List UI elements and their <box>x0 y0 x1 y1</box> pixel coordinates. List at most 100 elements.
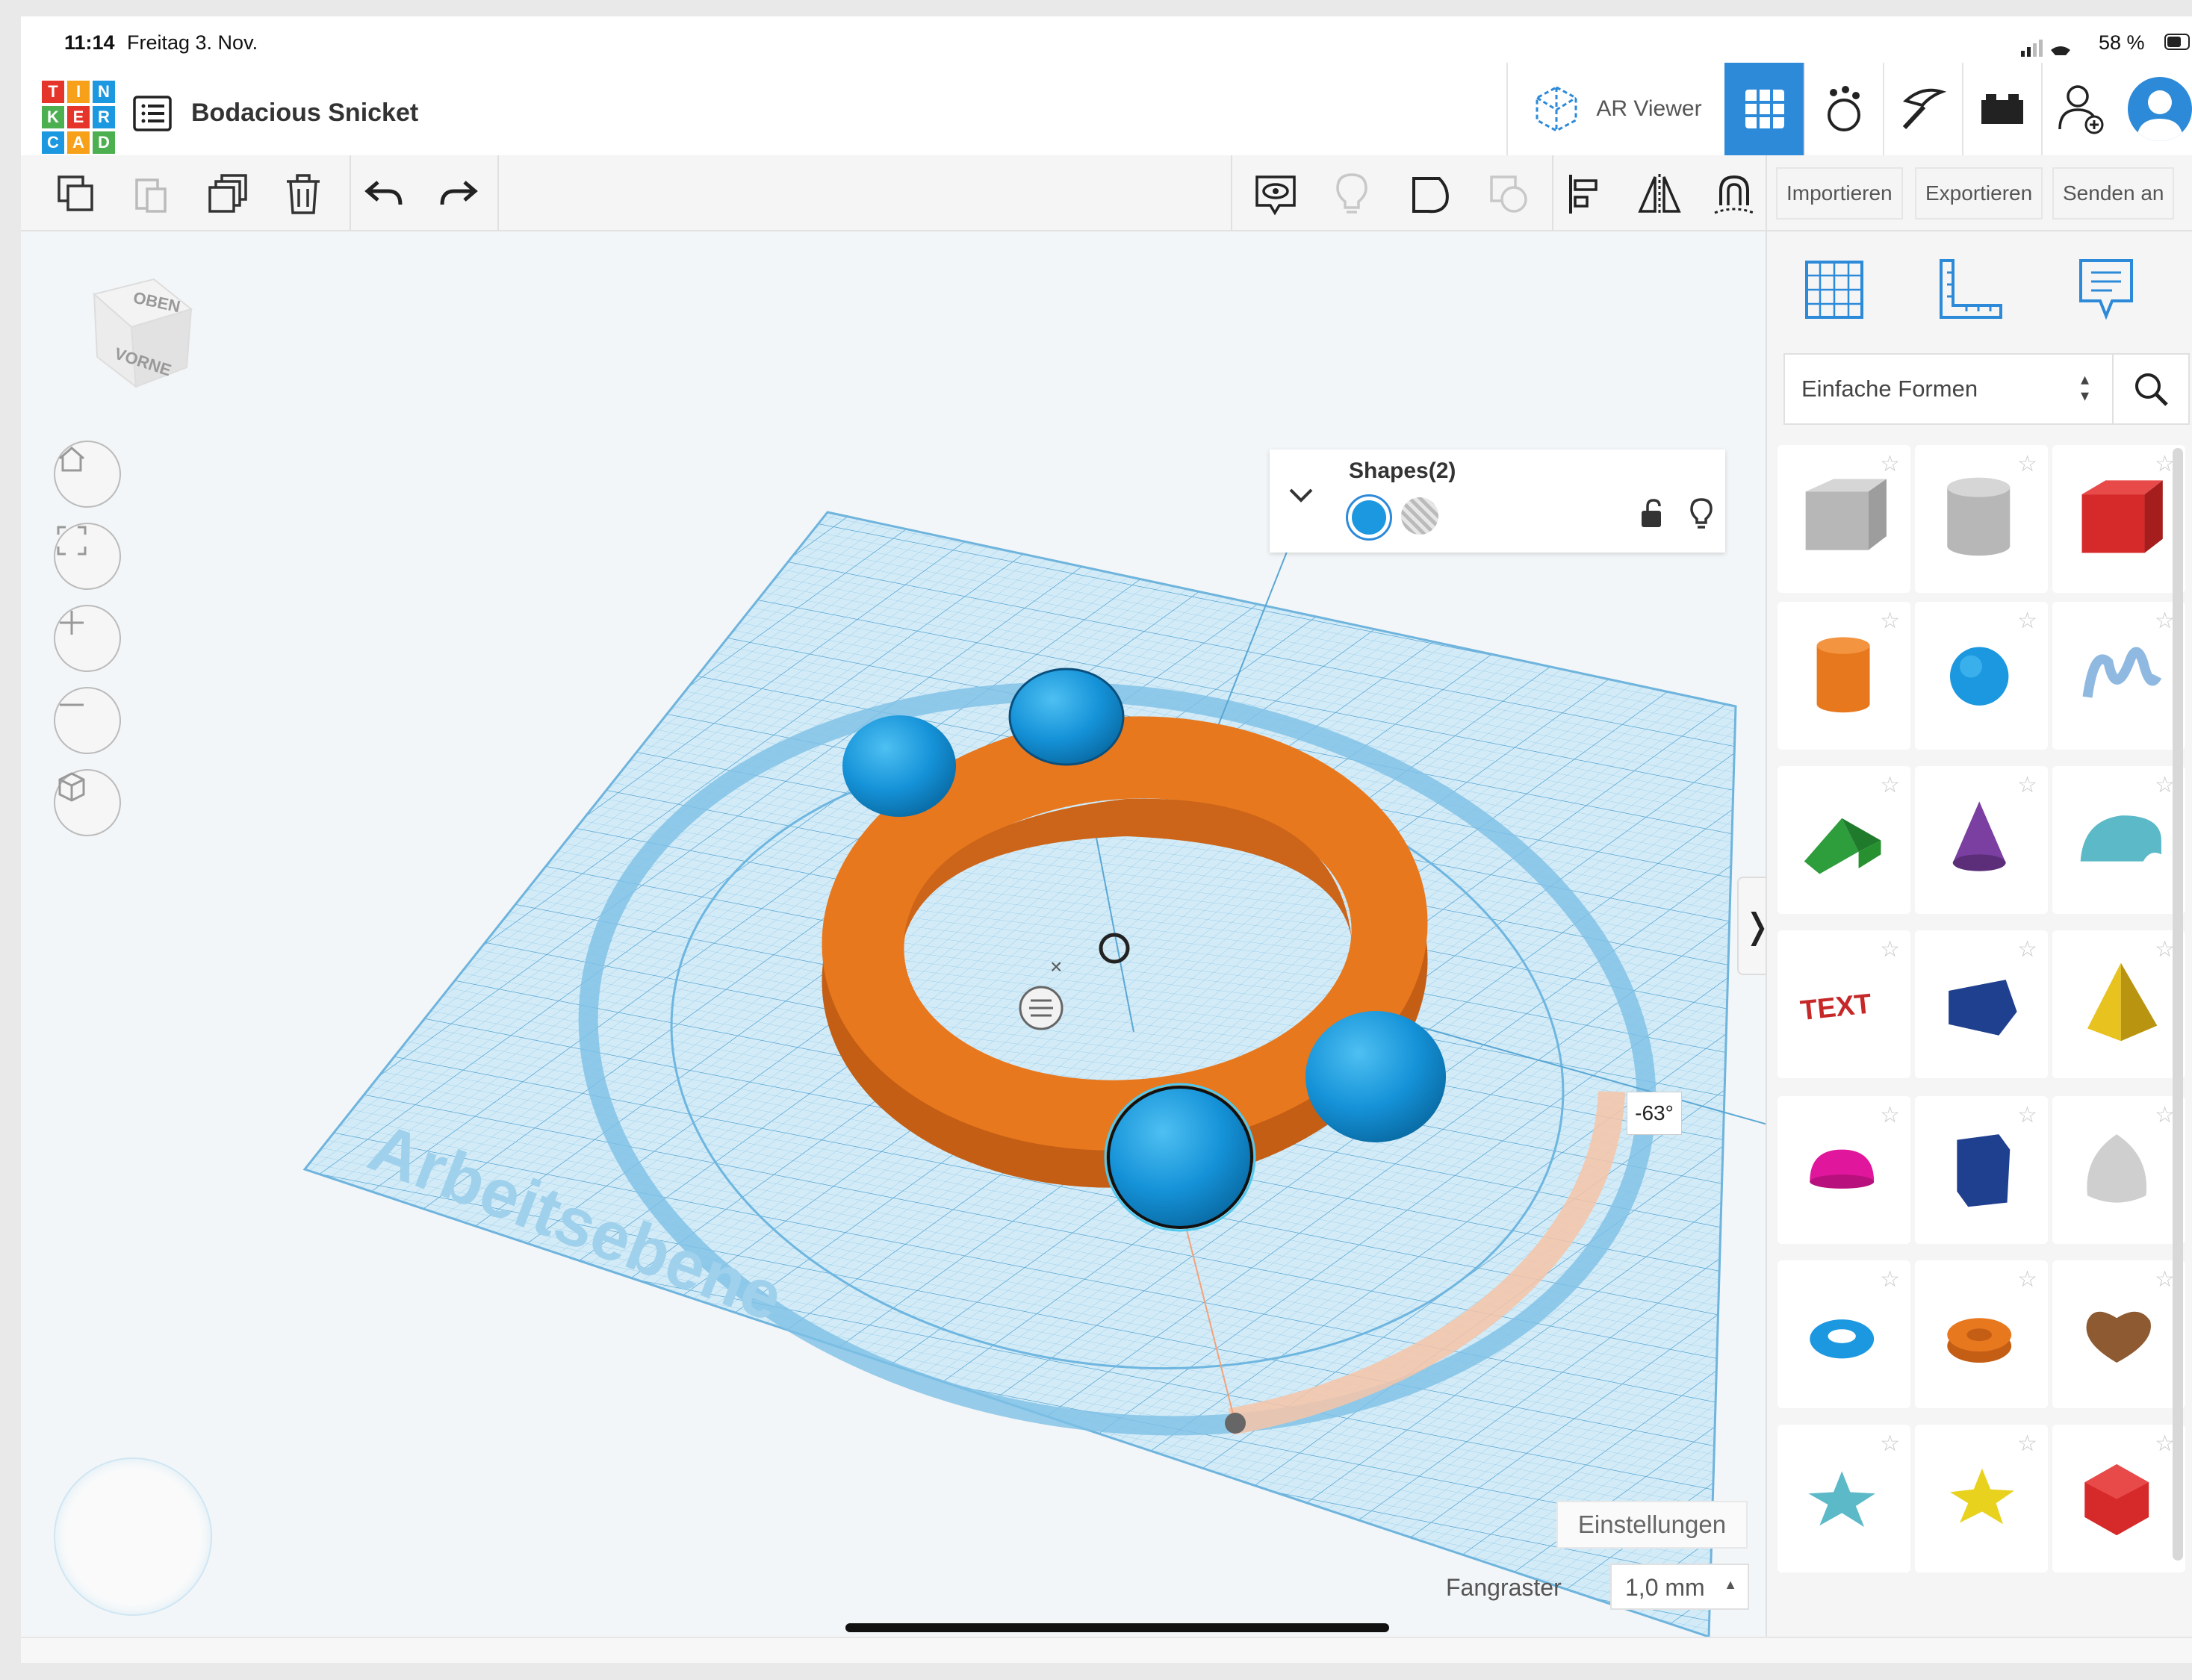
paste-icon <box>135 178 167 213</box>
notes-button[interactable] <box>1253 172 1298 217</box>
hand-bubbles-icon <box>1828 86 1860 131</box>
shape-tile[interactable]: ☆ <box>2052 1096 2185 1244</box>
star-gold-icon <box>1950 1468 2014 1525</box>
ungroup-icon <box>1490 175 1527 213</box>
rotation-handle[interactable] <box>1225 1413 1246 1434</box>
box-icon <box>2081 480 2163 553</box>
zoom-out-button[interactable] <box>54 687 121 754</box>
shape-tile[interactable]: ☆ <box>1777 445 1910 593</box>
shape-tile[interactable]: ☆ <box>1915 1260 2048 1408</box>
home-indicator[interactable] <box>845 1623 1389 1632</box>
3d-workspace[interactable]: Arbeitsebene × OBEN VORNE Shapes(2) -63°… <box>21 231 1766 1663</box>
send-to-button[interactable]: Senden an <box>2052 167 2175 220</box>
hole-swatch[interactable] <box>1401 497 1438 535</box>
paste-button[interactable] <box>130 172 175 217</box>
avatar <box>2128 77 2192 141</box>
heart-icon <box>2086 1311 2151 1363</box>
shape-tile[interactable]: ☆ <box>1915 1425 2048 1572</box>
ungroup-button[interactable] <box>1486 172 1531 217</box>
shape-tile[interactable]: ☆ <box>1915 445 2048 593</box>
view-cube[interactable]: OBEN VORNE <box>72 264 206 399</box>
shape-inspector-panel: Shapes(2) <box>1270 449 1725 553</box>
shape-tile[interactable]: ☆ <box>2052 1425 2185 1572</box>
perspective-button[interactable] <box>54 769 121 836</box>
grid-icon <box>1745 90 1784 128</box>
shape-tile[interactable]: ☆ <box>2052 1260 2185 1408</box>
sphere-shape[interactable] <box>1305 1011 1446 1142</box>
shape-library-select[interactable]: Einfache Formen ▴ ▾ <box>1783 353 2114 425</box>
shape-tile[interactable]: ☆ <box>1915 602 2048 750</box>
copy-icon <box>58 175 93 211</box>
undo-button[interactable] <box>361 172 406 217</box>
tube-icon <box>1947 1318 2012 1363</box>
invite-user-button[interactable] <box>2041 63 2120 155</box>
shape-tile[interactable]: ☆ <box>1915 930 2048 1078</box>
copy-button[interactable] <box>54 172 99 217</box>
delete-button[interactable] <box>281 172 326 217</box>
sphere-shape[interactable] <box>1008 668 1125 766</box>
shape-tile[interactable]: ☆ <box>1777 766 1910 914</box>
align-button[interactable] <box>1562 172 1607 217</box>
sphere-shape[interactable] <box>842 715 956 817</box>
minecraft-button[interactable] <box>1883 63 1962 155</box>
eye-bubble-icon <box>1255 175 1296 216</box>
joystick-control[interactable] <box>54 1457 212 1616</box>
home-icon <box>59 447 84 472</box>
shape-tile[interactable]: ☆ <box>1915 1096 2048 1244</box>
shape-tile[interactable]: ☆ <box>1777 1096 1910 1244</box>
notes-tab[interactable] <box>2069 252 2143 327</box>
tinkercad-logo[interactable]: T I N K E R C A D <box>42 81 115 154</box>
fit-view-button[interactable] <box>54 523 121 590</box>
export-button[interactable]: Exportieren <box>1915 167 2043 220</box>
shape-tile[interactable]: ☆ <box>1777 1425 1910 1572</box>
import-button[interactable]: Importieren <box>1776 167 1903 220</box>
redo-button[interactable] <box>436 172 481 217</box>
collapse-panel-button[interactable]: ❭ <box>1737 877 1766 975</box>
status-time: 11:14 <box>64 31 115 54</box>
group-button[interactable] <box>1409 172 1453 217</box>
shape-tile[interactable]: ☆ <box>1915 766 2048 914</box>
shape-tile[interactable]: ☆ <box>2052 930 2185 1078</box>
list-menu-icon[interactable] <box>133 96 172 135</box>
status-date: Freitag 3. Nov. <box>127 31 258 54</box>
shape-tile[interactable]: ☆ <box>1777 1260 1910 1408</box>
cylinder-icon <box>1816 637 1870 713</box>
logo-letter: K <box>42 106 64 128</box>
home-view-button[interactable] <box>54 441 121 508</box>
shape-tile[interactable]: ☆ <box>2052 602 2185 750</box>
duplicate-button[interactable] <box>206 172 251 217</box>
sphere-icon <box>1950 647 2009 706</box>
hint-button[interactable] <box>1329 172 1374 217</box>
shape-tile[interactable]: ☆ <box>2052 445 2185 593</box>
shape-tile[interactable]: ☆ TEXT <box>1777 930 1910 1078</box>
mirror-button[interactable] <box>1637 172 1682 217</box>
snap-grid-select[interactable]: 1,0 mm ▲ <box>1610 1564 1749 1610</box>
sphere-shape-selected[interactable] <box>1107 1086 1253 1229</box>
snap-grid-value: 1,0 mm <box>1625 1574 1705 1601</box>
ar-viewer-button[interactable]: AR Viewer <box>1506 63 1724 155</box>
solid-color-swatch[interactable] <box>1346 494 1392 541</box>
library-scrollbar[interactable] <box>2173 448 2183 1561</box>
user-avatar-button[interactable] <box>2120 63 2192 155</box>
shape-search-button[interactable] <box>2112 353 2190 425</box>
bottom-bar <box>21 1637 2192 1663</box>
workplane-tab[interactable] <box>1797 252 1872 327</box>
fit-icon <box>57 526 87 556</box>
codeblocks-button[interactable] <box>1804 63 1883 155</box>
cube-icon <box>58 772 85 802</box>
status-bar: 11:14 Freitag 3. Nov. 58 % <box>21 16 2192 63</box>
project-title[interactable]: Bodacious Snicket <box>191 99 418 128</box>
scene-canvas[interactable]: Arbeitsebene × <box>21 231 1766 1663</box>
bricks-button[interactable] <box>1962 63 2041 155</box>
zoom-in-button[interactable] <box>54 605 121 672</box>
logo-letter: I <box>67 81 90 103</box>
cruise-button[interactable] <box>1712 172 1757 217</box>
settings-button[interactable]: Einstellungen <box>1556 1501 1748 1549</box>
shape-tile[interactable]: ☆ <box>2052 766 2185 914</box>
3d-view-button[interactable] <box>1724 63 1804 155</box>
round-roof-icon <box>2080 815 2161 862</box>
ruler-tab[interactable] <box>1933 252 2008 327</box>
shape-tile[interactable]: ☆ <box>1777 602 1910 750</box>
signal-wifi-icon <box>2021 39 2088 62</box>
duplicate-icon <box>208 174 247 213</box>
